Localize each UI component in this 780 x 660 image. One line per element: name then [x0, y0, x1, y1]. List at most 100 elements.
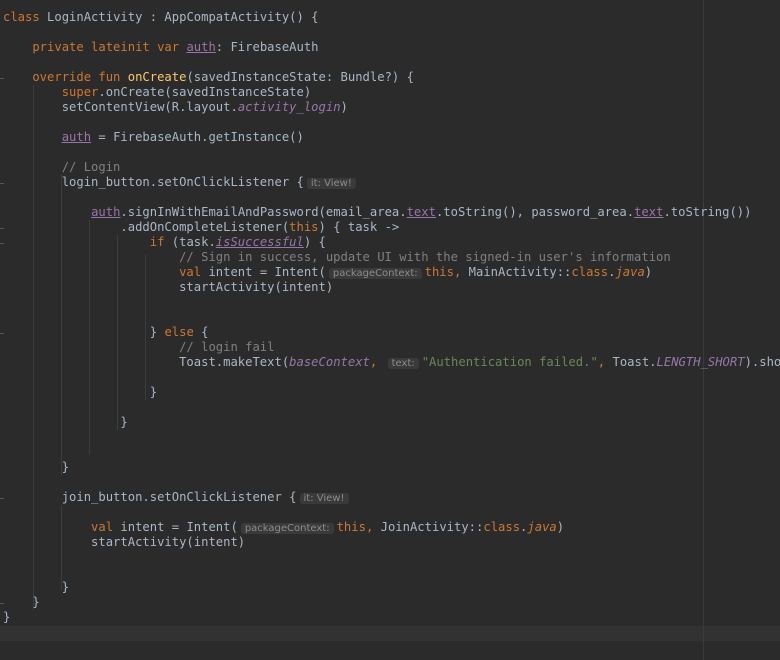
code-token: .onCreate(savedInstanceState): [98, 85, 312, 99]
code-line[interactable]: auth.signInWithEmailAndPassword(email_ar…: [3, 205, 752, 220]
code-token: "Authentication failed.": [421, 355, 598, 369]
code-token: val: [3, 520, 121, 534]
code-token: // Login: [3, 160, 121, 174]
code-line[interactable]: auth = FirebaseAuth.getInstance(): [3, 130, 304, 145]
code-token: Toast.: [612, 355, 657, 369]
code-token: (task.: [171, 235, 216, 249]
code-token: login_button.setOnClickListener {: [3, 175, 304, 189]
code-line[interactable]: override fun onCreate(savedInstanceState…: [3, 70, 414, 85]
code-line[interactable]: startActivity(intent): [3, 535, 245, 550]
code-line[interactable]: val intent = Intent(packageContext: this,…: [3, 265, 652, 280]
parameter-hint: text:: [387, 358, 419, 369]
code-token: }: [3, 595, 40, 609]
code-line[interactable]: }: [3, 415, 128, 430]
code-line[interactable]: .addOnCompleteListener(this) { task ->: [3, 220, 399, 235]
code-token: ): [340, 100, 348, 114]
code-token: }: [3, 580, 70, 594]
code-token: class: [3, 10, 48, 24]
code-line[interactable]: }: [3, 580, 69, 595]
code-token: .addOnCompleteListener(: [3, 220, 290, 234]
code-line[interactable]: }: [3, 385, 157, 400]
parameter-hint: it: View!: [299, 493, 349, 504]
code-line[interactable]: if (task.isSuccessful) {: [3, 235, 326, 250]
code-token: ,: [369, 355, 385, 369]
code-token: MainActivity::: [468, 265, 572, 279]
code-token: LENGTH_SHORT: [656, 355, 745, 369]
code-token: JoinActivity::: [380, 520, 484, 534]
parameter-hint: packageContext:: [240, 523, 334, 534]
code-token: ): [556, 520, 565, 534]
code-token: = FirebaseAuth.getInstance(): [91, 130, 304, 144]
code-line[interactable]: setContentView(R.layout.activity_login): [3, 100, 348, 115]
code-token: java: [527, 520, 557, 534]
code-token: // login fail: [3, 340, 275, 354]
code-line[interactable]: // Sign in success, update UI with the s…: [3, 250, 671, 265]
code-token: ).show(): [744, 355, 780, 369]
code-token: else: [164, 325, 202, 339]
code-line[interactable]: class LoginActivity : AppCompatActivity(…: [3, 10, 319, 25]
code-token: baseContext: [289, 355, 370, 369]
code-token: // Sign in success, update UI with the s…: [3, 250, 671, 264]
code-token: Toast.makeText(: [3, 355, 290, 369]
code-token: }: [3, 415, 128, 429]
code-line[interactable]: }: [3, 595, 40, 610]
code-token: auth: [61, 130, 92, 144]
code-token: LoginActivity : AppCompatActivity() {: [47, 10, 319, 24]
current-line-highlight: [0, 626, 780, 641]
code-token: text: [634, 205, 664, 219]
code-token: activity_login: [237, 100, 341, 114]
code-token: isSuccessful: [215, 235, 304, 249]
right-margin-guide: [703, 0, 704, 660]
code-line[interactable]: startActivity(intent): [3, 280, 333, 295]
code-token: : FirebaseAuth: [215, 40, 319, 54]
code-token: this: [424, 265, 454, 279]
code-token: .toString(), password_area.: [435, 205, 635, 219]
code-line[interactable]: // login fail: [3, 340, 275, 355]
code-token: ,: [365, 520, 381, 534]
code-token: .toString()): [663, 205, 752, 219]
code-token: (savedInstanceState: Bundle?) {: [186, 70, 414, 84]
code-token: }: [3, 460, 70, 474]
code-token: ,: [597, 355, 613, 369]
code-token: {: [201, 325, 209, 339]
code-editor[interactable]: class LoginActivity : AppCompatActivity(…: [0, 0, 780, 660]
code-token: class: [483, 520, 521, 534]
code-line[interactable]: }: [3, 610, 10, 625]
code-token: java: [615, 265, 645, 279]
code-token: onCreate: [127, 70, 187, 84]
code-token: this: [336, 520, 366, 534]
code-line[interactable]: join_button.setOnClickListener {it: View…: [3, 490, 352, 505]
code-line[interactable]: val intent = Intent(packageContext: this,…: [3, 520, 564, 535]
code-line[interactable]: } else {: [3, 325, 209, 340]
code-token: private lateinit var: [3, 40, 187, 54]
code-token: ) { task ->: [318, 220, 400, 234]
code-token: auth: [186, 40, 216, 54]
code-token: text: [406, 205, 436, 219]
code-line[interactable]: }: [3, 460, 69, 475]
code-token: setContentView(R.layout.: [3, 100, 238, 114]
code-token: val: [3, 265, 209, 279]
parameter-hint: packageContext:: [328, 268, 422, 279]
code-token: if: [3, 235, 172, 249]
code-token: ,: [453, 265, 469, 279]
code-token: join_button.setOnClickListener {: [3, 490, 297, 504]
code-line[interactable]: super.onCreate(savedInstanceState): [3, 85, 312, 100]
parameter-hint: it: View!: [306, 178, 356, 189]
code-token: }: [3, 610, 11, 624]
code-line[interactable]: Toast.makeText(baseContext, text: "Authen…: [3, 355, 780, 370]
code-token: class: [571, 265, 609, 279]
code-token: intent = Intent(: [120, 520, 238, 534]
code-token: ): [644, 265, 653, 279]
code-token: ) {: [303, 235, 326, 249]
code-token: }: [3, 385, 158, 399]
code-line[interactable]: private lateinit var auth: FirebaseAuth: [3, 40, 319, 55]
code-token: override fun: [3, 70, 128, 84]
code-line[interactable]: login_button.setOnClickListener {it: Vie…: [3, 175, 359, 190]
code-token: intent = Intent(: [208, 265, 326, 279]
code-token: .signInWithEmailAndPassword(email_area.: [120, 205, 407, 219]
code-token: startActivity(intent): [3, 280, 334, 294]
code-line[interactable]: // Login: [3, 160, 121, 175]
code-token: }: [3, 325, 165, 339]
